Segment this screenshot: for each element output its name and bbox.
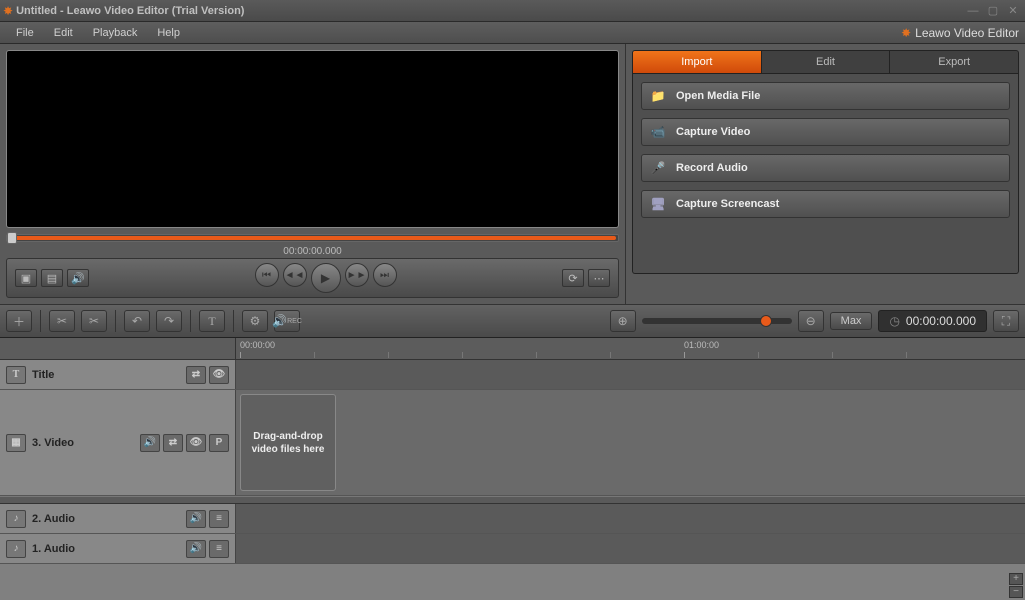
- frame-forward-button[interactable]: ►►: [345, 263, 369, 287]
- preview-panel: 00:00:00.000 ▣ ▤ 🔊 ⏮ ◄◄ ▶ ►► ⏭ ⟳ ⋯: [0, 44, 625, 304]
- video-link-button[interactable]: ⇄: [163, 434, 183, 452]
- record-audio-button[interactable]: 🎤 Record Audio: [641, 154, 1010, 182]
- title-visibility-button[interactable]: 👁: [209, 366, 229, 384]
- frame-back-button[interactable]: ◄◄: [283, 263, 307, 287]
- video-track-body[interactable]: Drag-and-drop video files here: [236, 390, 1025, 495]
- tab-import[interactable]: Import: [633, 51, 762, 73]
- record-audio-label: Record Audio: [676, 162, 748, 174]
- zoom-in-button[interactable]: ⊕: [610, 310, 636, 332]
- folder-icon: 📁: [650, 88, 666, 104]
- snapshot-button[interactable]: ▤: [41, 269, 63, 287]
- video-track-icon: ▦: [6, 434, 26, 452]
- timeline-ruler[interactable]: 00:00:00 01:00:00: [0, 338, 1025, 360]
- text-tool-button[interactable]: T: [199, 310, 225, 332]
- audio1-mute-button[interactable]: 🔊: [186, 540, 206, 558]
- audio2-track-body[interactable]: [236, 504, 1025, 533]
- menubar: File Edit Playback Help ✸ Leawo Video Ed…: [0, 22, 1025, 44]
- audio2-track-label: 2. Audio: [32, 513, 180, 525]
- cut-right-button[interactable]: ✂: [81, 310, 107, 332]
- maximize-button[interactable]: ▢: [984, 4, 1002, 18]
- clock-icon: ◷: [889, 314, 899, 328]
- expand-button[interactable]: ⛶: [993, 310, 1019, 332]
- brand-label: ✸ Leawo Video Editor: [901, 26, 1019, 40]
- track-video: ▦ 3. Video 🔊 ⇄ 👁 P Drag-and-drop video f…: [0, 390, 1025, 496]
- title-track-label: Title: [32, 369, 180, 381]
- add-track-button[interactable]: +: [1009, 573, 1023, 585]
- video-track-label: 3. Video: [32, 437, 134, 449]
- play-button[interactable]: ▶: [311, 263, 341, 293]
- capture-screencast-label: Capture Screencast: [676, 198, 779, 210]
- ruler-tick-0: 00:00:00: [240, 340, 275, 350]
- titlebar: ✸ Untitled - Leawo Video Editor (Trial V…: [0, 0, 1025, 22]
- loop-button[interactable]: ⟳: [562, 269, 584, 287]
- tab-export[interactable]: Export: [890, 51, 1018, 73]
- video-mute-button[interactable]: 🔊: [140, 434, 160, 452]
- track-title: T Title ⇄ 👁: [0, 360, 1025, 390]
- menu-edit[interactable]: Edit: [44, 25, 83, 41]
- add-button[interactable]: ＋: [6, 310, 32, 332]
- audio1-track-icon: ♪: [6, 540, 26, 558]
- title-track-body[interactable]: [236, 360, 1025, 389]
- monitor-icon: 🖥: [650, 196, 666, 212]
- menu-playback[interactable]: Playback: [83, 25, 148, 41]
- voiceover-button[interactable]: 🔊REC: [274, 310, 300, 332]
- capture-video-label: Capture Video: [676, 126, 750, 138]
- counter-value: 00:00:00.000: [906, 314, 976, 328]
- video-properties-button[interactable]: P: [209, 434, 229, 452]
- ruler-tick-1: 01:00:00: [684, 340, 719, 350]
- audio1-volume-button[interactable]: ≡: [209, 540, 229, 558]
- preview-timecode: 00:00:00.000: [253, 246, 373, 257]
- preview-video[interactable]: [6, 50, 619, 228]
- audio1-track-label: 1. Audio: [32, 543, 180, 555]
- remove-track-button[interactable]: −: [1009, 586, 1023, 598]
- adjust-button[interactable]: ⚙: [242, 310, 268, 332]
- window-title: Untitled - Leawo Video Editor (Trial Ver…: [16, 5, 964, 17]
- zoom-out-button[interactable]: ⊖: [798, 310, 824, 332]
- preview-seek-slider[interactable]: [6, 234, 619, 242]
- zoom-slider[interactable]: [642, 318, 792, 324]
- video-visibility-button[interactable]: 👁: [186, 434, 206, 452]
- audio2-volume-button[interactable]: ≡: [209, 510, 229, 528]
- settings-button[interactable]: ⋯: [588, 269, 610, 287]
- zoom-thumb-icon[interactable]: [760, 315, 772, 327]
- zoom-max-button[interactable]: Max: [830, 312, 873, 330]
- tab-edit[interactable]: Edit: [762, 51, 891, 73]
- open-media-label: Open Media File: [676, 90, 760, 102]
- timeline-counter: ◷ 00:00:00.000: [878, 310, 987, 332]
- close-button[interactable]: ✕: [1004, 4, 1022, 18]
- open-media-file-button[interactable]: 📁 Open Media File: [641, 82, 1010, 110]
- brand-icon: ✸: [901, 26, 911, 40]
- audio1-track-body[interactable]: [236, 534, 1025, 563]
- track-audio-1: ♪ 1. Audio 🔊 ≡: [0, 534, 1025, 564]
- seek-thumb-icon[interactable]: [7, 232, 17, 244]
- right-panel: Import Edit Export 📁 Open Media File 📹 C…: [625, 44, 1025, 304]
- cut-left-button[interactable]: ✂: [49, 310, 75, 332]
- title-track-icon: T: [6, 366, 26, 384]
- capture-video-button[interactable]: 📹 Capture Video: [641, 118, 1010, 146]
- menu-file[interactable]: File: [6, 25, 44, 41]
- video-drop-zone[interactable]: Drag-and-drop video files here: [240, 394, 336, 491]
- track-audio-2: ♪ 2. Audio 🔊 ≡: [0, 504, 1025, 534]
- menu-help[interactable]: Help: [147, 25, 190, 41]
- goto-start-button[interactable]: ⏮: [255, 263, 279, 287]
- audio2-mute-button[interactable]: 🔊: [186, 510, 206, 528]
- redo-button[interactable]: ↷: [156, 310, 182, 332]
- capture-screencast-button[interactable]: 🖥 Capture Screencast: [641, 190, 1010, 218]
- camera-icon: 📹: [650, 124, 666, 140]
- fullscreen-preview-button[interactable]: ▣: [15, 269, 37, 287]
- microphone-icon: 🎤: [650, 160, 666, 176]
- audio2-track-icon: ♪: [6, 510, 26, 528]
- timeline-toolbar: ＋ ✂ ✂ ↶ ↷ T ⚙ 🔊REC ⊕ ⊖ Max ◷ 00:00:00.00…: [0, 304, 1025, 338]
- goto-end-button[interactable]: ⏭: [373, 263, 397, 287]
- transport-bar: ▣ ▤ 🔊 ⏮ ◄◄ ▶ ►► ⏭ ⟳ ⋯: [6, 258, 619, 298]
- title-link-button[interactable]: ⇄: [186, 366, 206, 384]
- timeline: T Title ⇄ 👁 ▦ 3. Video 🔊 ⇄ 👁 P Drag-and-…: [0, 360, 1025, 600]
- track-separator: [0, 496, 1025, 504]
- app-logo-icon: ✸: [3, 4, 13, 18]
- minimize-button[interactable]: —: [964, 4, 982, 18]
- undo-button[interactable]: ↶: [124, 310, 150, 332]
- brand-text: Leawo Video Editor: [915, 26, 1019, 40]
- volume-button[interactable]: 🔊: [67, 269, 89, 287]
